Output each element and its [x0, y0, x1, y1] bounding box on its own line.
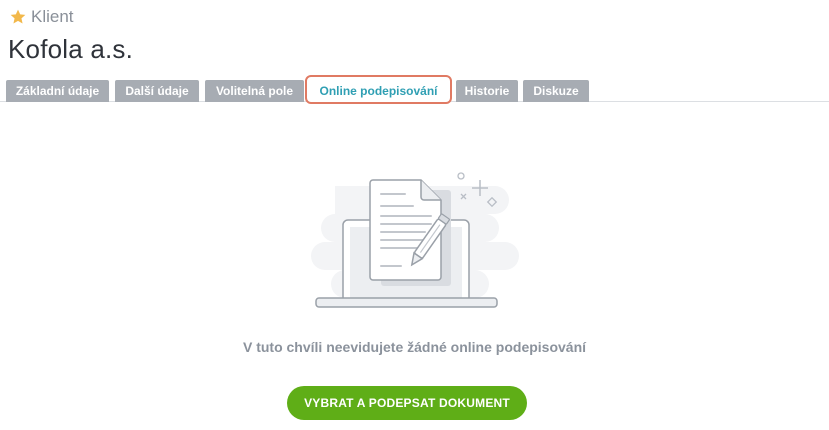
tab-online-podepisovani[interactable]: Online podepisování: [305, 75, 452, 104]
page-title: Kofola a.s.: [8, 34, 134, 64]
entity-type-label: Klient: [31, 7, 74, 26]
tab-historie[interactable]: Historie: [456, 80, 518, 102]
tab-volitelna-pole[interactable]: Volitelná pole: [205, 80, 304, 102]
laptop-document-signing-icon: [305, 166, 535, 317]
select-and-sign-document-button[interactable]: VYBRAT A PODEPSAT DOKUMENT: [287, 386, 527, 420]
tab-zakladni-udaje[interactable]: Základní údaje: [6, 80, 109, 102]
empty-state-message: V tuto chvíli neevidujete žádné online p…: [242, 339, 587, 355]
entity-type: Klient: [9, 7, 74, 27]
tab-dalsi-udaje[interactable]: Další údaje: [115, 80, 199, 102]
star-icon[interactable]: [9, 8, 27, 26]
tab-diskuze[interactable]: Diskuze: [523, 80, 589, 102]
page: Klient Kofola a.s. Základní údaje Další …: [0, 0, 829, 430]
